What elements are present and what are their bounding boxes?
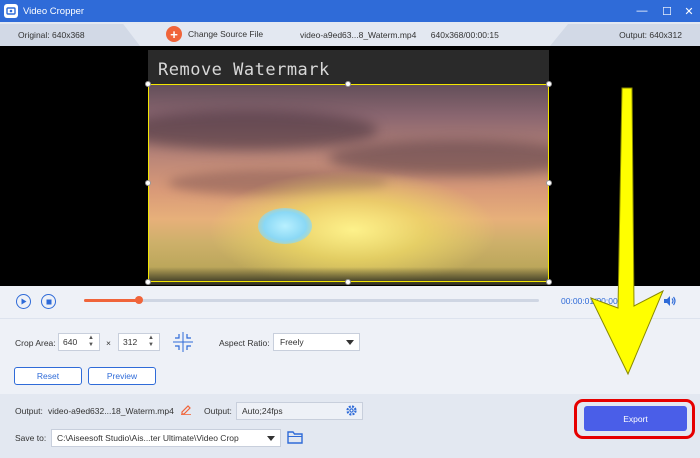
folder-icon[interactable] — [287, 430, 303, 444]
crop-handle-bottom[interactable] — [345, 279, 351, 285]
crop-width-input[interactable]: 640 ▲ ▼ — [58, 333, 100, 351]
annotation-arrow-icon — [590, 87, 664, 376]
window-title: Video Cropper — [23, 5, 85, 17]
crop-handle-top-right[interactable] — [546, 81, 552, 87]
file-info: video-a9ed63...8_Waterm.mp4 640x368/00:0… — [300, 30, 499, 40]
save-to-label: Save to: — [15, 433, 47, 443]
preview-button[interactable]: Preview — [88, 367, 156, 385]
crop-rectangle[interactable] — [145, 81, 552, 285]
save-path-caret-icon — [267, 436, 275, 441]
crop-handle-left[interactable] — [145, 180, 151, 186]
watermark-text: Remove Watermark — [158, 60, 330, 80]
info-bar: Original: 640x368 + Change Source File v… — [0, 22, 700, 46]
crop-handle-top-left[interactable] — [145, 81, 151, 87]
title-bar: Video Cropper — ☐ ✕ — [0, 0, 700, 22]
reset-button[interactable]: Reset — [14, 367, 82, 385]
aspect-ratio-select[interactable]: Freely — [273, 333, 360, 351]
save-path-select[interactable]: C:\Aiseesoft Studio\Ais...ter Ultimate\V… — [51, 429, 281, 447]
settings-gear-icon[interactable] — [345, 404, 358, 417]
change-source-label: Change Source File — [188, 29, 264, 39]
change-source-button[interactable]: + Change Source File — [166, 25, 263, 43]
close-icon[interactable]: ✕ — [678, 0, 700, 22]
timeline-track[interactable] — [84, 296, 539, 304]
crop-area-label: Crop Area: — [15, 338, 56, 348]
original-resolution: Original: 640x368 — [0, 24, 140, 46]
dropdown-caret-icon — [346, 340, 354, 345]
export-button[interactable]: Export — [584, 406, 687, 431]
times-sign: × — [106, 338, 111, 348]
output-format-field[interactable]: Auto;24fps — [236, 402, 363, 420]
aspect-ratio-label: Aspect Ratio: — [219, 338, 270, 348]
add-circle-icon: + — [166, 26, 182, 42]
output-filename: video-a9ed632...18_Waterm.mp4 — [48, 406, 174, 416]
output-resolution: Output: 640x312 — [550, 24, 700, 46]
play-icon[interactable] — [16, 294, 31, 309]
timeline-thumb[interactable] — [134, 296, 143, 304]
timeline-progress — [84, 299, 139, 302]
output-file-label: Output: — [15, 406, 43, 416]
output-format-label: Output: — [204, 406, 232, 416]
edit-pencil-icon[interactable] — [181, 405, 191, 415]
crop-handle-top[interactable] — [345, 81, 351, 87]
source-filename: video-a9ed63...8_Waterm.mp4 — [300, 30, 417, 40]
source-resolution-duration: 640x368/00:00:15 — [430, 30, 499, 40]
crop-handle-right[interactable] — [546, 180, 552, 186]
height-stepper-icon[interactable]: ▲ ▼ — [148, 335, 156, 349]
stop-icon[interactable] — [41, 294, 56, 309]
center-crop-icon[interactable] — [172, 331, 194, 353]
app-icon — [4, 4, 18, 18]
crop-handle-bottom-right[interactable] — [546, 279, 552, 285]
output-panel: Output: video-a9ed632...18_Waterm.mp4 Ou… — [0, 394, 700, 458]
maximize-icon[interactable]: ☐ — [656, 0, 678, 22]
width-stepper-icon[interactable]: ▲ ▼ — [88, 335, 96, 349]
minimize-icon[interactable]: — — [631, 0, 653, 22]
crop-height-input[interactable]: 312 ▲ ▼ — [118, 333, 160, 351]
crop-handle-bottom-left[interactable] — [145, 279, 151, 285]
